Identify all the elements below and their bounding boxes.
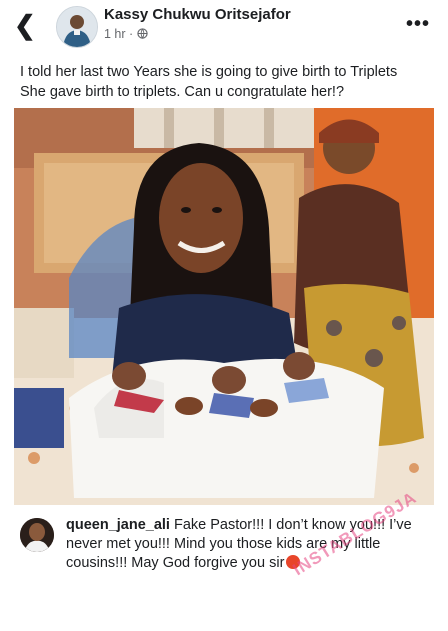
comment-body: queen_jane_ali Fake Pastor!!! I don’t kno… bbox=[66, 516, 431, 573]
poster-name[interactable]: Kassy Chukwu Oritsejafor bbox=[104, 6, 291, 23]
back-chevron-icon[interactable]: ❮ bbox=[14, 11, 36, 39]
angry-face-icon bbox=[286, 555, 301, 569]
photo-illustration bbox=[14, 108, 434, 505]
post-header: ❮ Kassy Chukwu Oritsejafor 1 hr · ••• bbox=[0, 0, 448, 52]
poster-avatar-image bbox=[57, 7, 97, 47]
post-photo[interactable] bbox=[14, 108, 434, 505]
caption-line-1: I told her last two Years she is going t… bbox=[20, 64, 398, 80]
post-time: 1 hr · bbox=[104, 27, 134, 41]
caption-line-2: She gave birth to triplets. Can u congra… bbox=[20, 84, 345, 100]
commenter-username[interactable]: queen_jane_ali bbox=[66, 517, 170, 533]
commenter-avatar-image bbox=[20, 518, 54, 552]
globe-icon bbox=[136, 28, 148, 39]
post-caption: I told her last two Years she is going t… bbox=[20, 62, 432, 102]
poster-avatar[interactable] bbox=[56, 6, 98, 48]
post-meta: 1 hr · bbox=[104, 27, 148, 41]
more-options-icon[interactable]: ••• bbox=[406, 14, 430, 34]
comment: queen_jane_ali Fake Pastor!!! I don’t kno… bbox=[0, 508, 448, 613]
commenter-avatar[interactable] bbox=[20, 518, 54, 552]
